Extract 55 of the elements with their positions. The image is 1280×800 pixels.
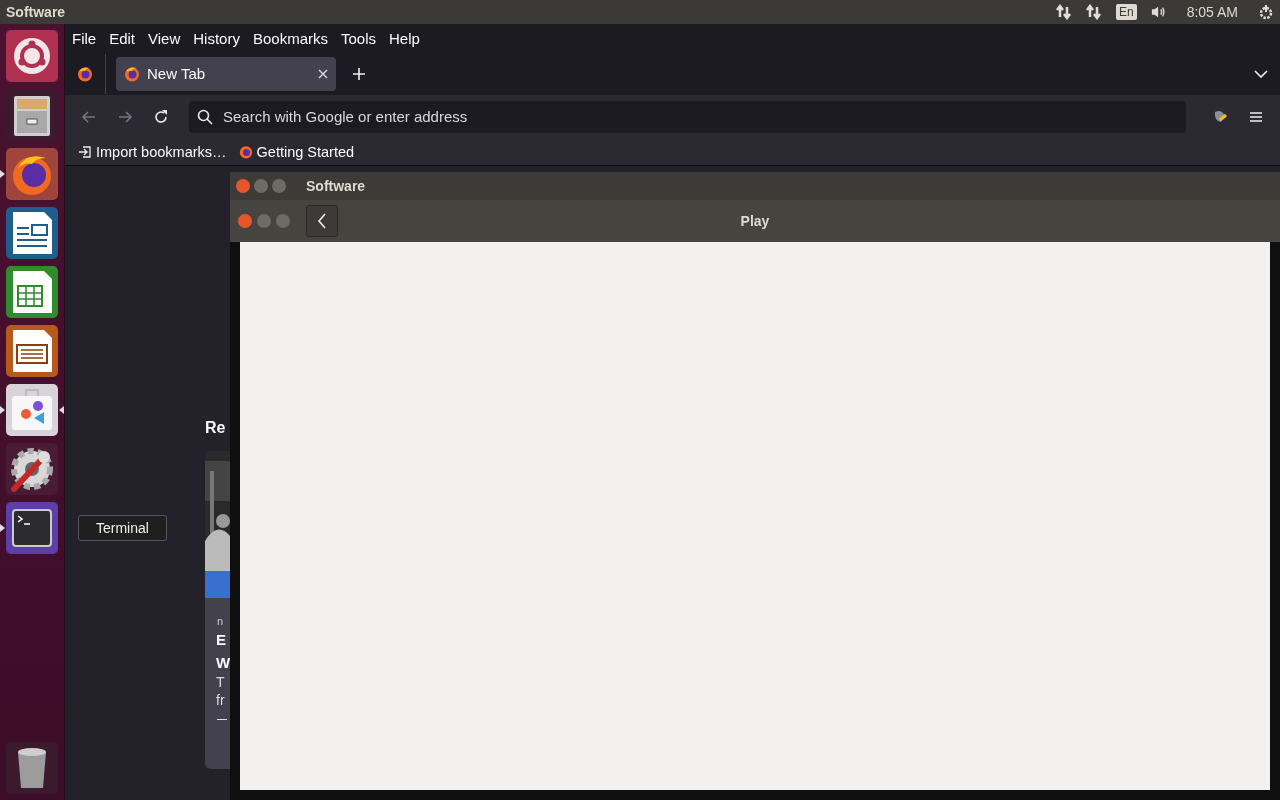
volume-icon[interactable]: [1150, 4, 1167, 20]
firefox-icon[interactable]: [6, 148, 58, 200]
import-icon: [78, 144, 92, 159]
firefox-icon: [124, 65, 140, 82]
gear-wrench-icon[interactable]: [6, 443, 58, 495]
chevron-left-icon: [317, 213, 327, 229]
ubuntu-logo-icon[interactable]: [6, 30, 58, 82]
menu-item[interactable]: History: [193, 29, 240, 47]
spreadsheet-icon[interactable]: [6, 266, 58, 318]
story-title: W: [216, 653, 230, 673]
plus-icon[interactable]: [352, 66, 366, 81]
file-cabinet-icon[interactable]: [6, 89, 58, 141]
reload-icon[interactable]: [153, 108, 169, 125]
keyboard-layout-indicator[interactable]: En: [1115, 4, 1137, 20]
menu-item[interactable]: Tools: [341, 29, 376, 47]
search-icon: [197, 108, 213, 125]
window-title: Software: [306, 178, 366, 194]
window-title: Play: [740, 213, 770, 229]
menu-item[interactable]: File: [72, 29, 97, 47]
import-bookmarks-link[interactable]: Import bookmarks…: [78, 143, 227, 160]
story-title: E: [216, 630, 227, 650]
clock[interactable]: 8:05 AM: [1186, 4, 1238, 20]
trash-icon[interactable]: [6, 742, 58, 794]
close-button[interactable]: [236, 179, 250, 193]
menu-item[interactable]: Edit: [109, 29, 136, 47]
chevron-down-icon[interactable]: [1254, 69, 1268, 78]
menu-item[interactable]: Bookmarks: [252, 29, 328, 47]
bookmark-link[interactable]: Getting Started: [238, 143, 355, 160]
close-icon[interactable]: [318, 68, 328, 79]
source-label: n: [217, 615, 225, 627]
network-arrows-icon[interactable]: [1055, 4, 1072, 20]
story-text: fr: [216, 691, 226, 709]
back-arrow-icon[interactable]: [81, 108, 97, 125]
card-banner: [205, 571, 230, 598]
menu-item[interactable]: View: [148, 29, 181, 47]
terminal-icon[interactable]: [6, 502, 58, 554]
tooltip: Terminal: [78, 515, 167, 541]
story-card[interactable]: n E W T fr: [205, 451, 230, 769]
story-text: T: [216, 673, 226, 691]
window-title: Software: [6, 4, 66, 20]
firefox-icon: [238, 144, 253, 159]
section-heading: Re: [205, 419, 227, 437]
menu-item[interactable]: Help: [389, 29, 420, 47]
presentation-icon[interactable]: [6, 325, 58, 377]
power-gear-icon[interactable]: [1258, 4, 1274, 20]
firefox-icon[interactable]: [77, 65, 93, 82]
shopping-bag-icon[interactable]: [6, 384, 58, 436]
document-icon[interactable]: [6, 207, 58, 259]
paint-palette-icon[interactable]: [1212, 108, 1228, 125]
network-arrows-icon[interactable]: [1085, 4, 1102, 20]
close-button[interactable]: [238, 214, 252, 228]
browser-tab[interactable]: New Tab: [116, 56, 336, 91]
address-field[interactable]: Search with Google or enter address: [189, 100, 1186, 133]
forward-arrow-icon[interactable]: [117, 108, 133, 125]
back-button[interactable]: [306, 205, 338, 237]
